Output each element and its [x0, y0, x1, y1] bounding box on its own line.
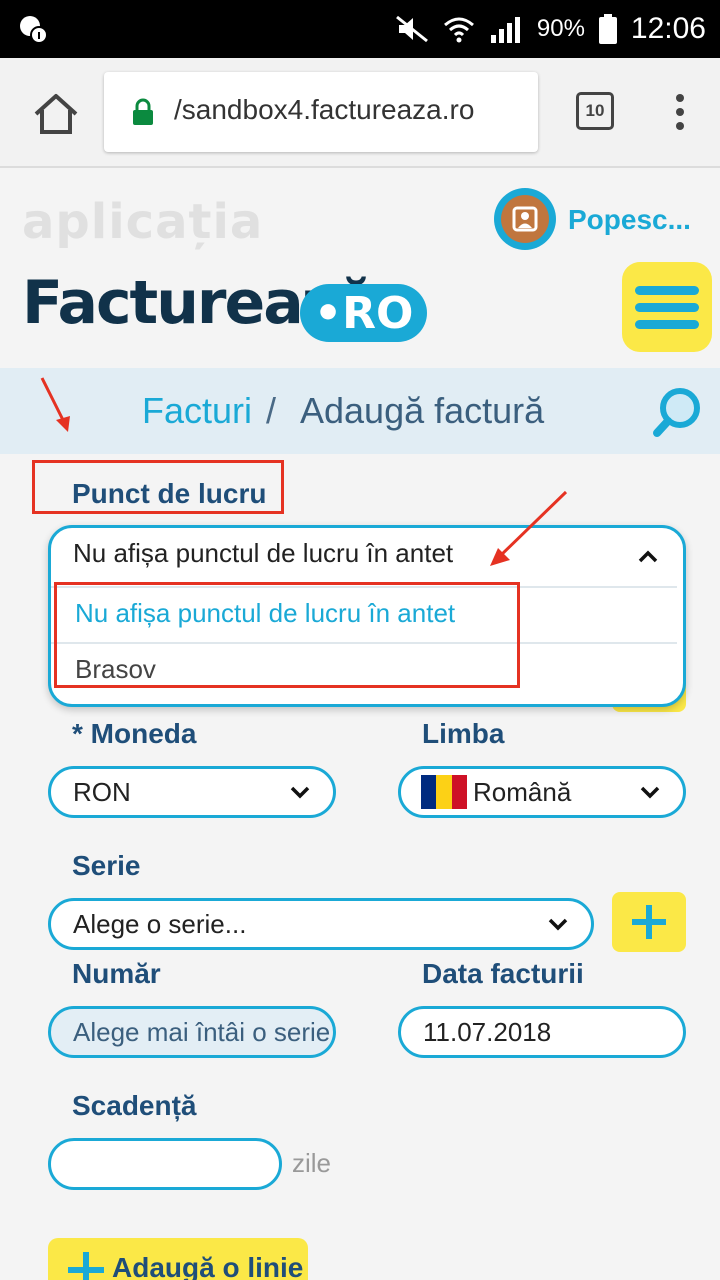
- home-icon[interactable]: [30, 88, 82, 140]
- series-label: Serie: [72, 850, 141, 881]
- invoice-date-value: 11.07.2018: [423, 1016, 552, 1047]
- add-line-label: Adaugă o linie: [112, 1252, 304, 1280]
- signal-icon: [490, 17, 520, 43]
- chevron-up-icon[interactable]: [637, 548, 659, 564]
- status-bar: 90% 12:06: [0, 0, 720, 58]
- brand-logo-suffix: •RO: [300, 284, 428, 342]
- annotation-arrow-icon: [490, 490, 568, 566]
- plus-icon: [68, 1252, 104, 1280]
- battery-icon: [598, 14, 617, 44]
- series-placeholder: Alege o serie...: [73, 908, 247, 939]
- series-select[interactable]: Alege o serie...: [48, 898, 594, 950]
- username[interactable]: Popesc...: [568, 204, 691, 236]
- due-label: Scadență: [72, 1090, 197, 1121]
- language-select[interactable]: Română: [398, 766, 686, 818]
- invoice-date-input[interactable]: 11.07.2018: [398, 1006, 686, 1058]
- chevron-down-icon: [640, 786, 660, 799]
- annotation-arrow-icon: [40, 377, 70, 432]
- menu-bar-icon: [635, 319, 699, 329]
- site-tagline: aplicația: [22, 194, 264, 250]
- browser-toolbar: /sandbox4.factureaza.ro 10: [0, 58, 720, 168]
- tab-switcher-button[interactable]: 10: [576, 92, 614, 130]
- chevron-down-icon: [548, 918, 568, 931]
- battery-percent: 90%: [536, 15, 585, 42]
- chevron-down-icon: [290, 786, 310, 799]
- language-label: Limba: [422, 718, 505, 749]
- annotation-box-options: [54, 582, 520, 688]
- site-header: aplicația Facturează •RO Popesc...: [0, 170, 720, 368]
- breadcrumb-facturi-link[interactable]: Facturi: [142, 390, 252, 432]
- number-label: Număr: [72, 958, 161, 989]
- breadcrumb-separator: /: [266, 390, 277, 431]
- add-line-button[interactable]: Adaugă o linie: [48, 1238, 308, 1280]
- currency-value: RON: [73, 776, 131, 807]
- annotation-box-label: [32, 460, 284, 514]
- clock: 12:06: [630, 12, 706, 45]
- language-value: Română: [473, 776, 572, 807]
- address-bar[interactable]: /sandbox4.factureaza.ro: [104, 72, 538, 152]
- wifi-icon: [443, 17, 474, 43]
- user-icon: [512, 206, 538, 232]
- mute-icon: [395, 15, 428, 43]
- url-text: /sandbox4.factureaza.ro: [174, 94, 475, 125]
- menu-bar-icon: [635, 302, 699, 312]
- hamburger-menu-button[interactable]: [622, 262, 712, 352]
- plus-icon: [632, 905, 666, 939]
- currency-label: * Moneda: [72, 718, 197, 749]
- due-days-input[interactable]: [48, 1138, 282, 1190]
- number-placeholder: Alege mai întâi o serie: [73, 1016, 331, 1047]
- romania-flag-icon: [421, 775, 467, 809]
- workpoint-selected-value: Nu afișa punctul de lucru în antet: [73, 538, 454, 568]
- more-options-icon[interactable]: [668, 92, 692, 132]
- due-unit-label: zile: [292, 1148, 332, 1178]
- notification-icon: [20, 16, 48, 44]
- lock-icon: [133, 98, 153, 125]
- invoice-date-label: Data facturii: [422, 958, 584, 989]
- number-field: Alege mai întâi o serie: [48, 1006, 336, 1058]
- search-icon[interactable]: [650, 384, 706, 440]
- add-series-button[interactable]: [612, 892, 686, 952]
- page-title: Adaugă factură: [300, 390, 545, 431]
- currency-select[interactable]: RON: [48, 766, 336, 818]
- menu-bar-icon: [635, 285, 699, 295]
- breadcrumb: Facturi / Adaugă factură: [0, 368, 720, 454]
- avatar[interactable]: [494, 188, 556, 250]
